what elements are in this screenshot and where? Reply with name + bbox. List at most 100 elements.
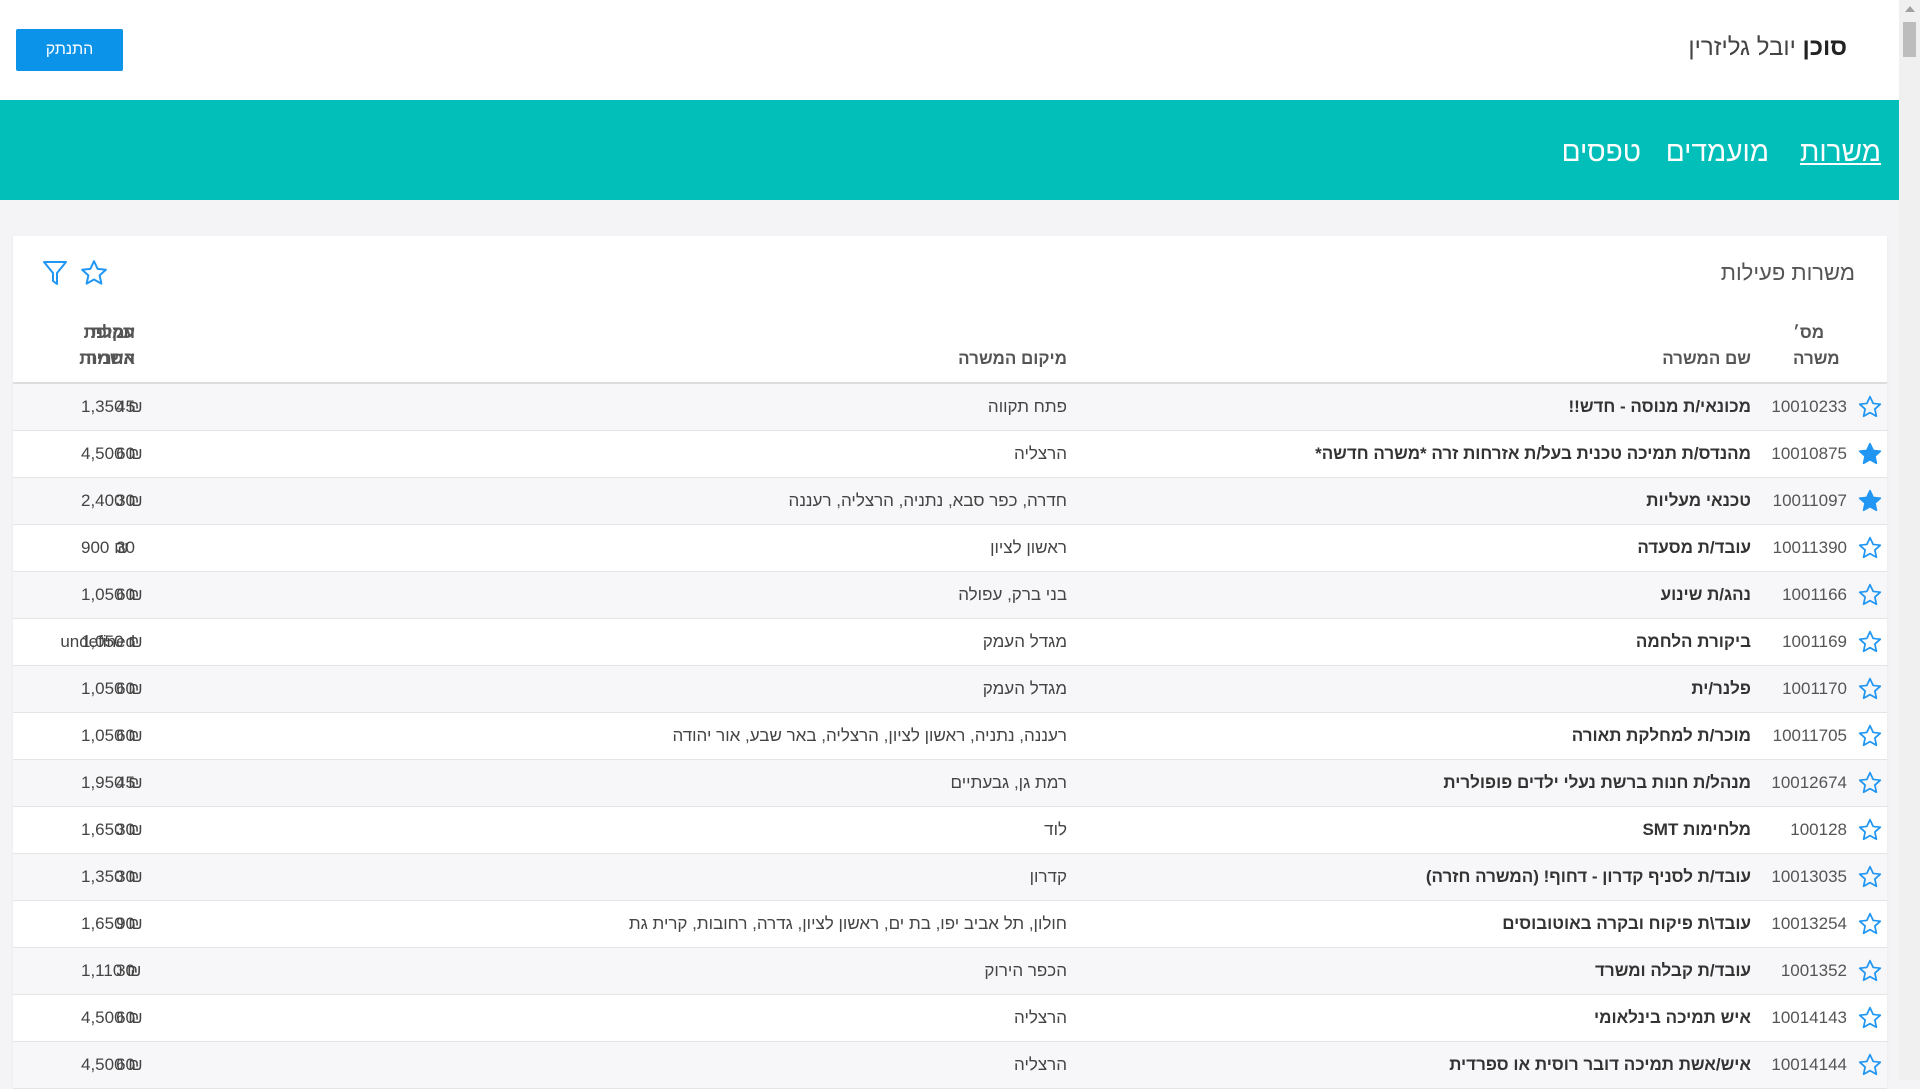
job-name-link[interactable]: מוכר/ת למחלקת תאורה [1572,726,1751,746]
table-row[interactable]: 1001170 פלנר/ית מגדל העמק 1,050 ₪ 60 [13,666,1887,713]
star-outline-icon[interactable] [1857,723,1883,749]
job-number-cell: 10011097 [1772,491,1847,510]
agent-name: יובל גליזרין [1688,34,1796,61]
app-page: סוכן יובל גליזרין התנתק משרות מועמדים טפ… [0,0,1899,1089]
table-row[interactable]: 1001166 נהג/ת שינוע בני ברק, עפולה 1,050 ₪ 6… [13,572,1887,619]
scroll-thumb[interactable] [1903,22,1916,57]
job-number-cell: 1001166 [1782,585,1847,604]
job-name-link[interactable]: נהג/ת שינוע [1661,585,1751,605]
job-name-link[interactable]: עובד/ת קבלה ומשרד [1595,961,1751,981]
job-number-cell: 10010233 [1771,397,1847,416]
job-number-cell: 100128 [1790,820,1847,839]
star-outline-icon[interactable] [1857,1005,1883,1031]
job-location-cell: הרצליה [1014,1008,1067,1027]
table-row[interactable]: 10012674 מנהל/ת חנות ברשת נעלי ילדים פופו… [13,760,1887,807]
job-location-cell: רעננה, נתניה, ראשון לציון, הרצליה, באר ש… [672,726,1067,745]
job-name-link[interactable]: עובד/ת לסניף קדרון - דחוף! (המשרה חזרה) [1426,867,1751,887]
job-location-cell: הרצליה [1014,1055,1067,1074]
warranty-period-cell: 45 [116,397,135,416]
job-name-link[interactable]: פלנר/ית [1691,679,1751,699]
job-number-cell: 1001352 [1780,961,1847,980]
job-number-cell: 10011705 [1772,726,1847,745]
warranty-period-cell: 30 [116,538,135,557]
warranty-period-cell: 60 [116,1055,135,1074]
warranty-period-cell: 90 [116,914,135,933]
star-outline-icon[interactable] [1857,394,1883,420]
table-row[interactable]: 10011390 עובד/ת מסעדה ראשון לציון 900 ₪ 30 [13,525,1887,572]
table-row[interactable]: 10013254 עובד\ת פיקוח ובקרה באוטובוסים חול… [13,901,1887,948]
filter-icon[interactable] [41,258,69,293]
star-outline-icon[interactable] [1857,911,1883,937]
job-name-link[interactable]: עובד\ת פיקוח ובקרה באוטובוסים [1502,914,1751,934]
star-outline-icon[interactable] [1857,958,1883,984]
nav-jobs[interactable]: משרות [1800,136,1881,168]
job-location-cell: חולון, תל אביב יפו, בת ים, ראשון לציון, … [628,914,1067,933]
star-outline-icon[interactable] [1857,582,1883,608]
job-name-link[interactable]: מכונאי/ת מנוסה - חדש!! [1569,397,1752,417]
scroll-up-arrow-icon[interactable] [1905,6,1915,12]
warranty-period-cell: 30 [116,820,135,839]
star-outline-icon[interactable] [1857,770,1883,796]
job-location-cell: ראשון לציון [990,538,1067,557]
warranty-period-cell: 30 [116,867,135,886]
job-number-cell: 10011390 [1772,538,1847,557]
nav-forms[interactable]: טפסים [1562,136,1641,168]
job-name-link[interactable]: עובד/ת מסעדה [1637,538,1751,558]
table-row[interactable]: 10011705 מוכר/ת למחלקת תאורה רעננה, נתניה,… [13,713,1887,760]
job-location-cell: פתח תקווה [987,397,1067,416]
star-outline-icon[interactable] [1857,535,1883,561]
favorites-star-icon[interactable] [79,258,109,293]
header-job-location[interactable]: מיקום המשרה [958,346,1067,372]
star-outline-icon[interactable] [1857,1052,1883,1078]
table-row[interactable]: 10010875 מהנדס/ת תמיכה טכנית בעל/ת אזרחות… [13,431,1887,478]
job-number-cell: 10012674 [1771,773,1847,792]
job-location-cell: בני ברק, עפולה [958,585,1067,604]
warranty-period-cell: 60 [116,585,135,604]
job-location-cell: רמת גן, גבעתיים [950,773,1067,792]
job-number-cell: 10014143 [1771,1008,1847,1027]
job-name-link[interactable]: איש תמיכה בינלאומי [1594,1008,1751,1028]
header-job-number[interactable]: מס׳ משרה [1793,320,1849,372]
job-name-link[interactable]: ביקורת הלחמה [1636,632,1751,652]
logout-button[interactable]: התנתק [16,29,123,71]
star-outline-icon[interactable] [1857,864,1883,890]
header-job-name[interactable]: שם המשרה [1662,346,1751,372]
star-outline-icon[interactable] [1857,817,1883,843]
job-name-link[interactable]: מהנדס/ת תמיכה טכנית בעל/ת אזרחות זרה *מש… [1315,444,1751,464]
job-location-cell: חדרה, כפר סבא, נתניה, הרצליה, רעננה [788,491,1067,510]
nav-candidates[interactable]: מועמדים [1666,136,1769,168]
table-row[interactable]: 1001352 עובד/ת קבלה ומשרד הכפר הירוק 1,110 … [13,948,1887,995]
header-warranty-period[interactable]: תקופת אחריות [75,320,135,372]
job-name-link[interactable]: מלחימות SMT [1642,820,1751,840]
table-row[interactable]: 10011097 טכנאי מעליות חדרה, כפר סבא, נתניה… [13,478,1887,525]
job-number-cell: 10013035 [1771,867,1847,886]
warranty-period-cell: undefined [60,632,135,651]
job-location-cell: קדרון [1029,867,1067,886]
table-row[interactable]: 10010233 מכונאי/ת מנוסה - חדש!! פתח תקווה 1… [13,384,1887,431]
job-number-cell: 10013254 [1771,914,1847,933]
star-filled-icon[interactable] [1857,488,1883,514]
job-location-cell: מגדל העמק [982,632,1067,651]
warranty-period-cell: 60 [116,679,135,698]
job-number-cell: 10014144 [1771,1055,1847,1074]
job-number-cell: 10010875 [1771,444,1847,463]
warranty-period-cell: 60 [116,726,135,745]
job-name-link[interactable]: איש/אשת תמיכה דובר רוסית או ספרדית [1449,1055,1751,1075]
top-bar: סוכן יובל גליזרין התנתק [0,0,1899,100]
page-scrollbar[interactable] [1899,0,1920,1080]
job-location-cell: מגדל העמק [982,679,1067,698]
star-outline-icon[interactable] [1857,676,1883,702]
table-row[interactable]: 100128 מלחימות SMT לוד 1,650 ₪ 30 [13,807,1887,854]
job-number-cell: 1001169 [1782,632,1847,651]
job-name-link[interactable]: טכנאי מעליות [1646,491,1751,511]
table-row[interactable]: 10014143 איש תמיכה בינלאומי הרצליה 4,500 ₪ 6… [13,995,1887,1042]
star-filled-icon[interactable] [1857,441,1883,467]
table-row[interactable]: 10013035 עובד/ת לסניף קדרון - דחוף! (המשר… [13,854,1887,901]
star-outline-icon[interactable] [1857,629,1883,655]
job-location-cell: הרצליה [1014,444,1067,463]
table-row[interactable]: 10014144 איש/אשת תמיכה דובר רוסית או ספרד… [13,1042,1887,1089]
job-name-link[interactable]: מנהל/ת חנות ברשת נעלי ילדים פופולרית [1443,773,1751,793]
job-number-cell: 1001170 [1782,679,1847,698]
table-row[interactable]: 1001169 ביקורת הלחמה מגדל העמק 1,050 ₪ undef… [13,619,1887,666]
table-header: מס׳ משרה שם המשרה מיקום המשרה עמלת השמה … [13,320,1887,384]
